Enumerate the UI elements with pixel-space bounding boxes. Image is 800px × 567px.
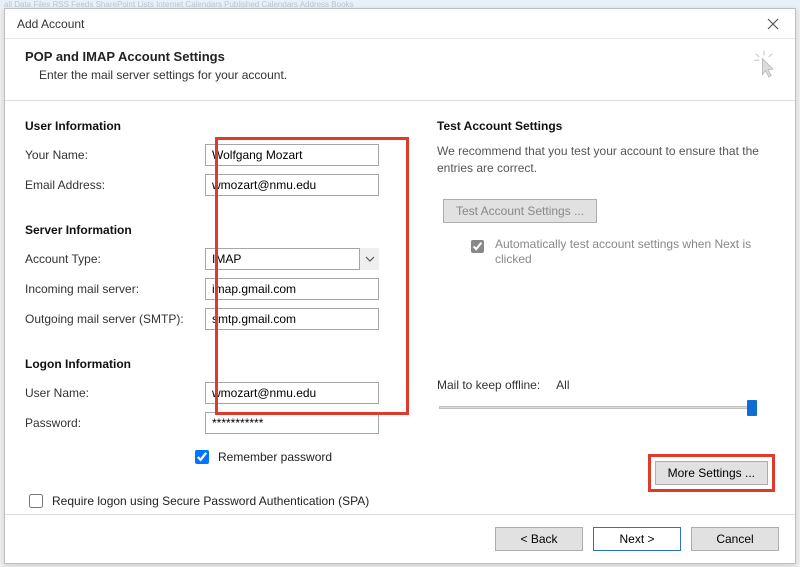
slider-track [439, 406, 755, 409]
close-icon [767, 18, 779, 30]
cursor-click-icon [751, 49, 777, 81]
dialog-content: User Information Your Name: Email Addres… [5, 101, 795, 514]
account-type-label: Account Type: [25, 252, 205, 266]
more-settings-button[interactable]: More Settings ... [655, 461, 768, 485]
row-your-name: Your Name: [25, 143, 405, 167]
mail-offline-value: All [556, 378, 569, 392]
test-account-settings-button[interactable]: Test Account Settings ... [443, 199, 597, 223]
your-name-input[interactable] [205, 144, 379, 166]
titlebar: Add Account [5, 9, 795, 39]
slider-thumb[interactable] [747, 400, 757, 416]
row-outgoing: Outgoing mail server (SMTP): [25, 307, 405, 331]
row-email: Email Address: [25, 173, 405, 197]
window-title: Add Account [17, 17, 84, 31]
row-password: Password: [25, 411, 405, 435]
auto-test-checkbox[interactable] [471, 240, 484, 253]
left-column: User Information Your Name: Email Addres… [25, 119, 405, 514]
username-input[interactable] [205, 382, 379, 404]
password-label: Password: [25, 416, 205, 430]
auto-test-label: Automatically test account settings when… [495, 237, 765, 268]
spa-label: Require logon using Secure Password Auth… [52, 494, 369, 508]
add-account-dialog: Add Account POP and IMAP Account Setting… [4, 8, 796, 564]
password-input[interactable] [205, 412, 379, 434]
back-button[interactable]: < Back [495, 527, 583, 551]
close-button[interactable] [751, 9, 795, 39]
section-server-information: Server Information [25, 223, 405, 237]
mail-offline-row: Mail to keep offline: All [437, 378, 775, 392]
header-subheading: Enter the mail server settings for your … [39, 68, 775, 82]
dialog-header: POP and IMAP Account Settings Enter the … [5, 39, 795, 101]
account-type-select[interactable]: IMAP [205, 248, 379, 270]
mail-offline-slider[interactable] [437, 398, 757, 418]
header-heading: POP and IMAP Account Settings [25, 49, 775, 64]
section-test-account: Test Account Settings [437, 119, 775, 133]
username-label: User Name: [25, 386, 205, 400]
highlight-box-more-settings: More Settings ... [648, 454, 775, 492]
email-label: Email Address: [25, 178, 205, 192]
right-column: Test Account Settings We recommend that … [437, 119, 775, 514]
section-logon-information: Logon Information [25, 357, 405, 371]
outgoing-input[interactable] [205, 308, 379, 330]
section-user-information: User Information [25, 119, 405, 133]
background-ribbon: all Data Files RSS Feeds SharePoint List… [0, 0, 800, 8]
remember-password-label: Remember password [218, 450, 332, 464]
outgoing-label: Outgoing mail server (SMTP): [25, 312, 205, 326]
row-username: User Name: [25, 381, 405, 405]
row-incoming: Incoming mail server: [25, 277, 405, 301]
spa-row: Require logon using Secure Password Auth… [25, 491, 405, 511]
remember-password-checkbox[interactable] [195, 450, 209, 464]
your-name-label: Your Name: [25, 148, 205, 162]
email-input[interactable] [205, 174, 379, 196]
test-description: We recommend that you test your account … [437, 143, 775, 177]
auto-test-row: Automatically test account settings when… [467, 237, 775, 268]
incoming-input[interactable] [205, 278, 379, 300]
cancel-button[interactable]: Cancel [691, 527, 779, 551]
mail-offline-label: Mail to keep offline: [437, 378, 540, 392]
next-button[interactable]: Next > [593, 527, 681, 551]
spa-checkbox[interactable] [29, 494, 43, 508]
dialog-footer: < Back Next > Cancel [5, 514, 795, 563]
row-account-type: Account Type: IMAP [25, 247, 405, 271]
incoming-label: Incoming mail server: [25, 282, 205, 296]
remember-password-row: Remember password [191, 447, 405, 467]
